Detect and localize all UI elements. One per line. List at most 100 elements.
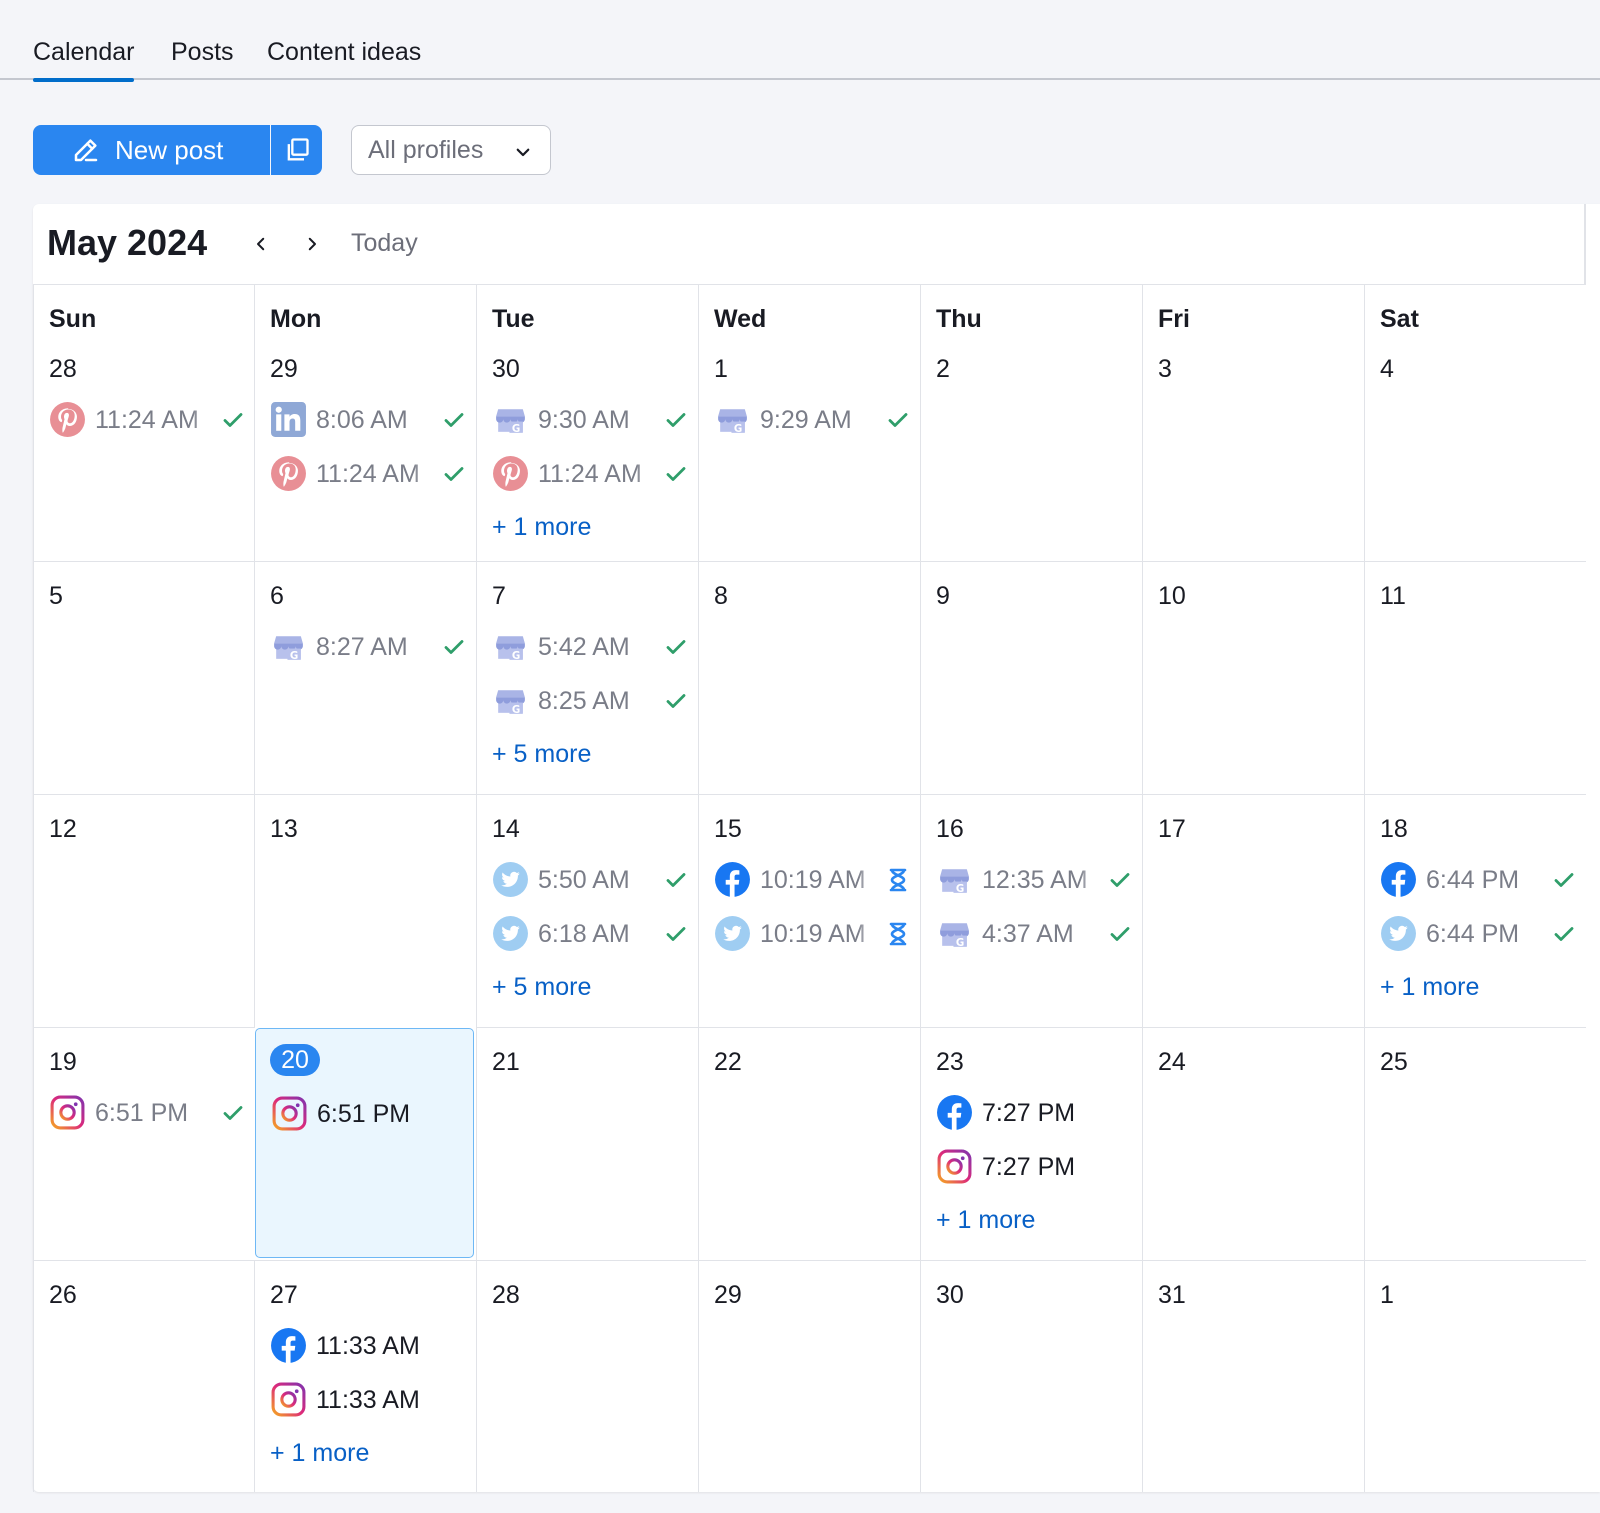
duplicate-post-button[interactable] — [271, 125, 322, 175]
check-icon — [664, 635, 688, 659]
check-icon — [221, 1101, 245, 1125]
day-cell[interactable]: 27 11:33 AM 11:33 AM + 1 more — [254, 1260, 476, 1492]
day-cell[interactable]: Sun 28 11:24 AM — [33, 284, 255, 561]
check-icon — [664, 462, 688, 486]
today-button[interactable]: Today — [351, 229, 418, 258]
day-cell[interactable]: Fri 3 — [1142, 284, 1364, 561]
day-cell[interactable]: 19 6:51 PM — [33, 1027, 255, 1260]
more-posts-link[interactable]: + 1 more — [1380, 973, 1479, 1002]
day-cell[interactable]: 5 — [33, 561, 255, 794]
day-cell[interactable]: 9 — [920, 561, 1142, 794]
day-number: 1 — [1380, 1281, 1394, 1309]
more-posts-link[interactable]: + 5 more — [492, 740, 591, 769]
post-item[interactable]: 10:19 AM — [714, 913, 910, 953]
more-posts-link[interactable]: + 5 more — [492, 973, 591, 1002]
day-cell[interactable]: 31 — [1142, 1260, 1364, 1492]
post-item[interactable]: G 5:42 AM — [492, 626, 688, 666]
post-item[interactable]: 11:24 AM — [492, 453, 688, 493]
svg-text:G: G — [512, 423, 520, 435]
more-posts-link[interactable]: + 1 more — [270, 1439, 369, 1468]
day-number: 28 — [49, 355, 77, 383]
day-cell[interactable]: Tue 30 G 9:30 AM 11:24 AM + 1 more — [476, 284, 698, 561]
day-cell[interactable]: 18 6:44 PM 6:44 PM + 1 more — [1364, 794, 1586, 1027]
day-cell[interactable]: 22 — [698, 1027, 920, 1260]
day-number: 30 — [936, 1281, 964, 1309]
day-cell[interactable]: Wed 1 G 9:29 AM — [698, 284, 920, 561]
day-cell[interactable]: 21 — [476, 1027, 698, 1260]
day-cell[interactable]: 30 — [920, 1260, 1142, 1492]
post-item[interactable]: 6:44 PM — [1380, 913, 1576, 953]
post-time: 5:42 AM — [538, 633, 654, 662]
post-item[interactable]: 7:27 PM — [936, 1146, 1132, 1186]
post-time: 12:35 AM — [982, 866, 1098, 895]
check-icon — [664, 922, 688, 946]
day-number: 4 — [1380, 355, 1394, 383]
day-cell[interactable]: Sat 4 — [1364, 284, 1586, 561]
post-item[interactable]: 5:50 AM — [492, 859, 688, 899]
post-time: 8:27 AM — [316, 633, 432, 662]
day-cell[interactable]: 13 — [254, 794, 476, 1027]
day-cell[interactable]: Mon 29 8:06 AM 11:24 AM — [254, 284, 476, 561]
prev-month-button[interactable] — [245, 228, 277, 260]
day-number: 21 — [492, 1048, 520, 1076]
day-cell[interactable]: Thu 2 — [920, 284, 1142, 561]
more-posts-link[interactable]: + 1 more — [936, 1206, 1035, 1235]
post-time: 7:27 PM — [982, 1099, 1076, 1127]
post-item[interactable]: 8:06 AM — [270, 399, 466, 439]
tab-calendar[interactable]: Calendar — [33, 38, 135, 82]
day-cell[interactable]: 24 — [1142, 1027, 1364, 1260]
day-cell[interactable]: 17 — [1142, 794, 1364, 1027]
tab-posts[interactable]: Posts — [171, 38, 234, 80]
post-time: 8:25 AM — [538, 687, 654, 716]
post-item[interactable]: 6:18 AM — [492, 913, 688, 953]
day-cell[interactable]: 1 — [1364, 1260, 1586, 1492]
pinterest-icon — [270, 455, 307, 492]
day-cell[interactable]: 16 G 12:35 AM G 4:37 AM — [920, 794, 1142, 1027]
profile-select[interactable]: All profiles — [351, 125, 551, 175]
day-cell[interactable]: 12 — [33, 794, 255, 1027]
post-item[interactable]: 11:33 AM — [270, 1379, 466, 1419]
day-cell[interactable]: 14 5:50 AM 6:18 AM + 5 more — [476, 794, 698, 1027]
svg-text:G: G — [512, 650, 520, 662]
day-cell[interactable]: 8 — [698, 561, 920, 794]
day-cell[interactable]: 7 G 5:42 AM G 8:25 AM + 5 more — [476, 561, 698, 794]
day-cell[interactable]: 15 10:19 AM 10:19 AM — [698, 794, 920, 1027]
new-post-button[interactable]: New post — [33, 125, 270, 175]
post-item[interactable]: 6:51 PM — [49, 1092, 245, 1132]
next-month-button[interactable] — [296, 228, 328, 260]
post-item[interactable]: G 9:30 AM — [492, 399, 688, 439]
day-number: 22 — [714, 1048, 742, 1076]
check-icon — [886, 408, 910, 432]
post-item[interactable]: 6:44 PM — [1380, 859, 1576, 899]
post-item[interactable]: 11:33 AM — [270, 1325, 466, 1365]
post-item[interactable]: G 4:37 AM — [936, 913, 1132, 953]
day-cell[interactable]: 20 6:51 PM — [255, 1028, 474, 1258]
post-time: 11:24 AM — [316, 460, 432, 489]
day-cell[interactable]: 26 — [33, 1260, 255, 1492]
day-cell[interactable]: 6 G 8:27 AM — [254, 561, 476, 794]
day-cell[interactable]: 10 — [1142, 561, 1364, 794]
post-item[interactable]: 10:19 AM — [714, 859, 910, 899]
day-number: 2 — [936, 355, 950, 383]
post-item[interactable]: G 9:29 AM — [714, 399, 910, 439]
day-cell[interactable]: 29 — [698, 1260, 920, 1492]
post-item[interactable]: 11:24 AM — [270, 453, 466, 493]
today-date-badge: 20 — [270, 1044, 320, 1076]
svg-text:G: G — [956, 883, 964, 895]
copy-icon — [287, 138, 309, 161]
google-business-icon: G — [492, 682, 529, 719]
post-item[interactable]: G 8:27 AM — [270, 626, 466, 666]
day-cell[interactable]: 28 — [476, 1260, 698, 1492]
day-cell[interactable]: 11 — [1364, 561, 1586, 794]
day-number: 29 — [714, 1281, 742, 1309]
post-item[interactable]: 7:27 PM — [936, 1092, 1132, 1132]
day-cell[interactable]: 25 — [1364, 1027, 1586, 1260]
day-cell[interactable]: 23 7:27 PM 7:27 PM + 1 more — [920, 1027, 1142, 1260]
more-posts-link[interactable]: + 1 more — [492, 513, 591, 542]
post-item[interactable]: G 8:25 AM — [492, 680, 688, 720]
post-item[interactable]: 11:24 AM — [49, 399, 245, 439]
tab-content-ideas[interactable]: Content ideas — [267, 38, 421, 80]
day-number: 8 — [714, 582, 728, 610]
post-item[interactable]: G 12:35 AM — [936, 859, 1132, 899]
post-item[interactable]: 6:51 PM — [271, 1093, 467, 1133]
